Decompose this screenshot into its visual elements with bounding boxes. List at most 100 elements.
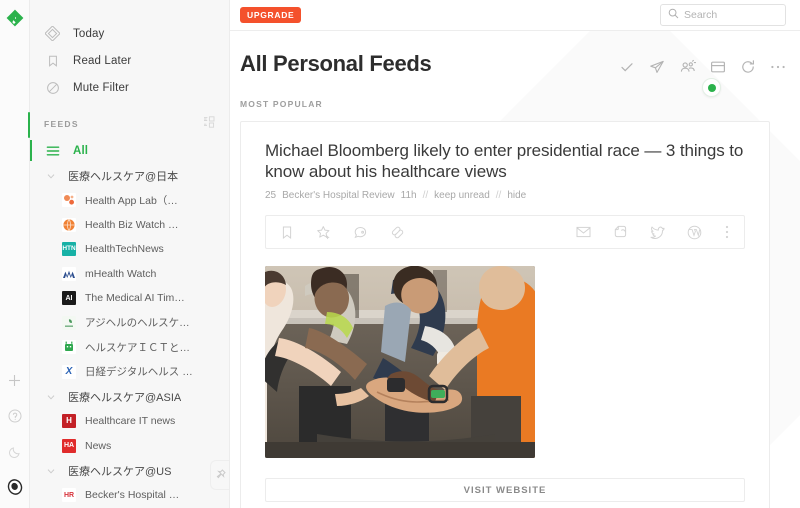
category-label: 医療ヘルスケア@US bbox=[68, 465, 172, 478]
sidebar-item-label: Mute Filter bbox=[73, 81, 129, 94]
search-input[interactable]: Search bbox=[660, 4, 786, 26]
refresh-button[interactable] bbox=[740, 59, 756, 75]
article-source[interactable]: Becker's Hospital Review bbox=[282, 190, 395, 201]
mark-all-read-button[interactable] bbox=[619, 59, 635, 75]
bookmark-icon bbox=[44, 52, 61, 69]
header-actions bbox=[619, 51, 786, 97]
feed-favicon: HR bbox=[62, 488, 76, 503]
feed-label: mHealth Watch bbox=[85, 267, 157, 280]
copy-link-button[interactable] bbox=[390, 225, 405, 240]
feeds-title: FEEDS bbox=[44, 119, 79, 129]
share-button[interactable] bbox=[649, 59, 665, 75]
sidebar-feed-item[interactable]: Health Biz Watch … bbox=[30, 213, 229, 238]
chevron-down-icon bbox=[44, 464, 58, 478]
keep-unread-action[interactable]: keep unread bbox=[434, 190, 490, 201]
pin-icon bbox=[216, 466, 226, 484]
sidebar-feed-item[interactable]: ヘルスケアＩＣＴと… bbox=[30, 335, 229, 360]
dark-mode-button[interactable] bbox=[5, 442, 25, 462]
add-content-button[interactable] bbox=[5, 370, 25, 390]
search-icon bbox=[668, 6, 679, 24]
wordpress-share-button[interactable] bbox=[687, 225, 702, 240]
sidebar-pin-toggle[interactable] bbox=[210, 460, 229, 490]
feed-favicon bbox=[62, 266, 76, 281]
toolbar-left-group bbox=[280, 225, 405, 240]
main-content: UPGRADE Search All Personal Feeds MOST P… bbox=[230, 0, 800, 508]
sidebar-item-all[interactable]: All bbox=[30, 138, 229, 163]
upgrade-button[interactable]: UPGRADE bbox=[240, 6, 302, 24]
sidebar-feed-item[interactable]: mHealth Watch bbox=[30, 262, 229, 287]
feed-label: Health App Lab（… bbox=[85, 194, 178, 207]
hide-action[interactable]: hide bbox=[507, 190, 526, 201]
feed-favicon: X bbox=[62, 364, 76, 379]
sidebar-feed-item[interactable]: アジヘルのヘルスケ… bbox=[30, 311, 229, 336]
feed-label: News bbox=[85, 439, 112, 452]
today-diamond-icon bbox=[44, 25, 61, 42]
feed-favicon: HTN bbox=[62, 242, 76, 257]
evernote-share-button[interactable] bbox=[613, 225, 628, 239]
sidebar-feed-item[interactable]: HR Becker's Hospital … bbox=[30, 483, 229, 508]
layout-button[interactable] bbox=[710, 60, 726, 74]
feed-label: Health Biz Watch … bbox=[85, 218, 179, 231]
page-title: All Personal Feeds bbox=[240, 51, 432, 76]
section-label: MOST POPULAR bbox=[240, 99, 323, 109]
feedly-app: Today Read Later Mute Filter FEEDS All 医… bbox=[0, 0, 800, 508]
toolbar-right-group bbox=[576, 224, 730, 240]
annotate-button[interactable] bbox=[353, 225, 368, 240]
engagement-count: 25 bbox=[265, 190, 277, 201]
sidebar-feed-item[interactable]: HA News bbox=[30, 434, 229, 459]
feed-favicon bbox=[62, 340, 76, 355]
sidebar-item-read-later[interactable]: Read Later bbox=[30, 47, 229, 74]
feed-label: 日経デジタルヘルス … bbox=[85, 366, 193, 379]
sidebar-category[interactable]: 医療ヘルスケア@日本 bbox=[30, 163, 229, 188]
sidebar-item-label: All bbox=[73, 144, 89, 157]
feed-favicon: H bbox=[62, 414, 76, 429]
sidebar-item-label: Today bbox=[73, 27, 105, 40]
read-later-button[interactable] bbox=[280, 225, 294, 240]
visit-website-button[interactable]: VISIT WEBSITE bbox=[265, 478, 745, 502]
sidebar-feed-item[interactable]: X 日経デジタルヘルス … bbox=[30, 360, 229, 385]
feedly-logo-icon[interactable] bbox=[5, 8, 25, 28]
meta-separator: // bbox=[495, 190, 502, 201]
user-avatar[interactable] bbox=[6, 478, 24, 496]
feed-label: Healthcare IT news bbox=[85, 415, 176, 428]
sidebar-feed-item[interactable]: Health App Lab（… bbox=[30, 188, 229, 213]
sidebar-item-today[interactable]: Today bbox=[30, 20, 229, 47]
favorite-button[interactable] bbox=[316, 225, 331, 240]
help-button[interactable] bbox=[5, 406, 25, 426]
article-card[interactable]: Michael Bloomberg likely to enter presid… bbox=[240, 121, 770, 508]
feeds-section-header: FEEDS bbox=[30, 101, 229, 138]
feed-favicon: AI bbox=[62, 291, 76, 306]
mute-circle-slash-icon bbox=[44, 79, 61, 96]
search-placeholder: Search bbox=[684, 9, 718, 21]
sidebar-feed-item[interactable]: HTN HealthTechNews bbox=[30, 237, 229, 262]
feed-favicon bbox=[62, 217, 76, 232]
meta-separator: // bbox=[422, 190, 429, 201]
icon-rail bbox=[0, 0, 30, 508]
sidebar-item-label: Read Later bbox=[73, 54, 132, 67]
article-title[interactable]: Michael Bloomberg likely to enter presid… bbox=[265, 140, 745, 182]
list-lines-icon bbox=[44, 142, 61, 159]
more-share-button[interactable] bbox=[724, 224, 730, 240]
feed-favicon bbox=[62, 193, 76, 208]
article-meta: 25 Becker's Hospital Review 11h // keep … bbox=[265, 190, 745, 201]
feed-label: HealthTechNews bbox=[85, 243, 164, 256]
sidebar: Today Read Later Mute Filter FEEDS All 医… bbox=[30, 0, 230, 508]
sidebar-feed-item[interactable]: H Healthcare IT news bbox=[30, 409, 229, 434]
twitter-share-button[interactable] bbox=[650, 226, 665, 239]
email-share-button[interactable] bbox=[576, 226, 591, 238]
sidebar-category[interactable]: 医療ヘルスケア@US bbox=[30, 458, 229, 483]
article-time: 11h bbox=[400, 190, 417, 201]
layout-grid-icon[interactable] bbox=[203, 115, 215, 133]
category-label: 医療ヘルスケア@ASIA bbox=[68, 391, 182, 404]
feed-label: The Medical AI Tim… bbox=[85, 292, 185, 305]
sidebar-feed-item[interactable]: AI The Medical AI Tim… bbox=[30, 286, 229, 311]
article-toolbar bbox=[265, 215, 745, 249]
team-button[interactable] bbox=[679, 59, 696, 75]
category-label: 医療ヘルスケア@日本 bbox=[68, 170, 179, 183]
more-options-button[interactable] bbox=[770, 64, 786, 70]
article-image[interactable] bbox=[265, 266, 535, 458]
feed-favicon bbox=[62, 315, 76, 330]
sidebar-category[interactable]: 医療ヘルスケア@ASIA bbox=[30, 384, 229, 409]
chevron-down-icon bbox=[44, 390, 58, 404]
sidebar-item-mute-filter[interactable]: Mute Filter bbox=[30, 74, 229, 101]
